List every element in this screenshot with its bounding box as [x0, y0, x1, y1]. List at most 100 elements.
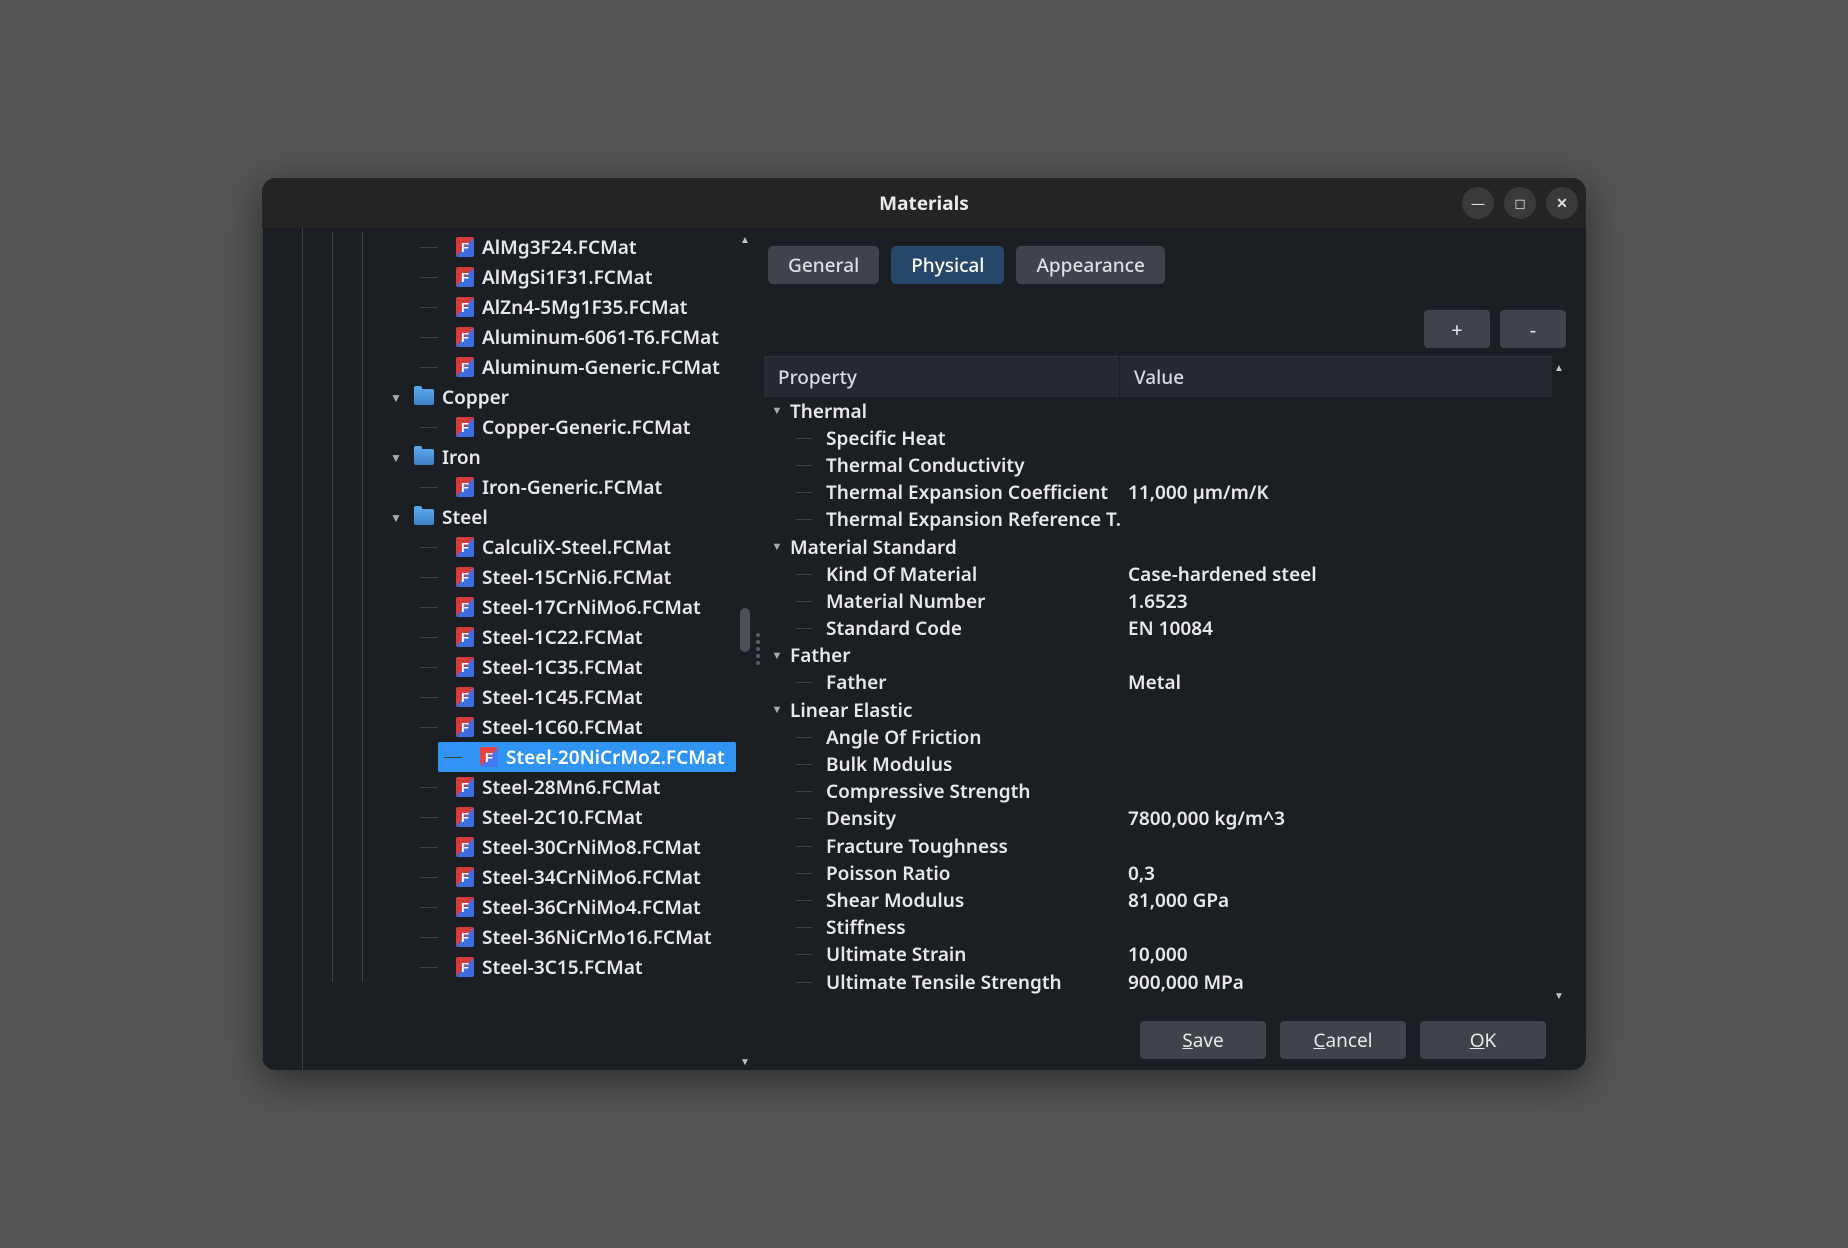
- fcmat-icon: F: [456, 837, 474, 857]
- property-row[interactable]: FatherMetal: [764, 669, 1552, 696]
- file-label: AlZn4-5Mg1F35.FCMat: [482, 294, 687, 320]
- property-value[interactable]: EN 10084: [1120, 615, 1552, 641]
- scroll-down-icon[interactable]: ▼: [1552, 988, 1566, 1000]
- property-row[interactable]: Stiffness: [764, 914, 1552, 941]
- property-row[interactable]: Bulk Modulus: [764, 750, 1552, 777]
- fcmat-icon: F: [456, 867, 474, 887]
- scroll-up-icon[interactable]: ▲: [1552, 360, 1566, 372]
- materials-dialog: Materials — ◻ ✕ FAlMg3F24.FCMatFAlMgSi1F…: [262, 178, 1586, 1070]
- property-name: Specific Heat: [826, 425, 946, 451]
- property-row[interactable]: Shear Modulus81,000 GPa: [764, 886, 1552, 913]
- scrollbar-thumb[interactable]: [740, 608, 750, 652]
- property-group[interactable]: ▼Linear Elastic: [764, 696, 1552, 723]
- material-file[interactable]: FAluminum-Generic.FCMat: [298, 352, 738, 382]
- fcmat-icon: F: [456, 537, 474, 557]
- material-file[interactable]: FCalculiX-Steel.FCMat: [298, 532, 738, 562]
- property-value[interactable]: Metal: [1120, 669, 1552, 695]
- material-folder[interactable]: ▼Iron: [298, 442, 738, 472]
- remove-property-button[interactable]: -: [1500, 310, 1566, 348]
- property-row[interactable]: Ultimate Tensile Strength900,000 MPa: [764, 968, 1552, 995]
- material-file[interactable]: FSteel-1C60.FCMat: [298, 712, 738, 742]
- material-file[interactable]: FAlZn4-5Mg1F35.FCMat: [298, 292, 738, 322]
- property-row[interactable]: Thermal Expansion Reference T...: [764, 506, 1552, 533]
- material-tree[interactable]: FAlMg3F24.FCMatFAlMgSi1F31.FCMatFAlZn4-5…: [298, 228, 752, 1070]
- material-file[interactable]: FCopper-Generic.FCMat: [298, 412, 738, 442]
- property-group[interactable]: ▼Father: [764, 642, 1552, 669]
- property-row[interactable]: Specific Heat: [764, 424, 1552, 451]
- scroll-up-icon[interactable]: ▲: [738, 232, 752, 244]
- property-value[interactable]: 10,000: [1120, 941, 1552, 967]
- material-file[interactable]: FSteel-1C35.FCMat: [298, 652, 738, 682]
- material-file[interactable]: FSteel-1C45.FCMat: [298, 682, 738, 712]
- material-file[interactable]: FSteel-34CrNiMo6.FCMat: [298, 862, 738, 892]
- material-file[interactable]: FAluminum-6061-T6.FCMat: [298, 322, 738, 352]
- property-row[interactable]: Material Number1.6523: [764, 587, 1552, 614]
- material-file[interactable]: FSteel-15CrNi6.FCMat: [298, 562, 738, 592]
- material-file[interactable]: FSteel-28Mn6.FCMat: [298, 772, 738, 802]
- property-name: Fracture Toughness: [826, 833, 1008, 859]
- property-value[interactable]: 1.6523: [1120, 588, 1552, 614]
- tab-physical[interactable]: Physical: [891, 246, 1004, 284]
- material-file[interactable]: FSteel-2C10.FCMat: [298, 802, 738, 832]
- tree-scrollbar[interactable]: ▲ ▼: [738, 232, 752, 1066]
- title-bar: Materials — ◻ ✕: [262, 178, 1586, 228]
- property-value[interactable]: 81,000 GPa: [1120, 887, 1552, 913]
- file-label: Steel-36NiCrMo16.FCMat: [482, 924, 712, 950]
- scroll-down-icon[interactable]: ▼: [738, 1054, 752, 1066]
- cancel-button[interactable]: Cancel: [1280, 1021, 1406, 1059]
- pane-splitter[interactable]: [752, 228, 764, 1070]
- file-label: AlMg3F24.FCMat: [482, 234, 637, 260]
- property-row[interactable]: Thermal Expansion Coefficient11,000 µm/m…: [764, 479, 1552, 506]
- material-file[interactable]: FSteel-3C15.FCMat: [298, 952, 738, 982]
- property-row[interactable]: Angle Of Friction: [764, 723, 1552, 750]
- material-folder[interactable]: ▼Steel: [298, 502, 738, 532]
- material-file[interactable]: FSteel-1C22.FCMat: [298, 622, 738, 652]
- ok-button[interactable]: OK: [1420, 1021, 1546, 1059]
- fcmat-icon: F: [456, 267, 474, 287]
- property-row[interactable]: Fracture Toughness: [764, 832, 1552, 859]
- column-property[interactable]: Property: [764, 357, 1120, 397]
- tab-general[interactable]: General: [768, 246, 879, 284]
- material-file[interactable]: F Steel-30CrNiMo8.FCMat: [298, 832, 738, 862]
- material-file[interactable]: FSteel-20NiCrMo2.FCMat: [438, 742, 736, 772]
- folder-label: Steel: [442, 504, 488, 530]
- material-file[interactable]: FSteel-17CrNiMo6.FCMat: [298, 592, 738, 622]
- material-file[interactable]: FSteel-36CrNiMo4.FCMat: [298, 892, 738, 922]
- property-row[interactable]: Poisson Ratio 0,3: [764, 859, 1552, 886]
- folder-icon: [414, 509, 434, 525]
- material-file[interactable]: F Steel-36NiCrMo16.FCMat: [298, 922, 738, 952]
- file-label: Steel-36CrNiMo4.FCMat: [482, 894, 701, 920]
- file-label: Steel-28Mn6.FCMat: [482, 774, 660, 800]
- property-row[interactable]: Standard Code EN 10084: [764, 615, 1552, 642]
- property-value[interactable]: 11,000 µm/m/K: [1120, 479, 1552, 505]
- chevron-down-icon: ▼: [388, 389, 404, 405]
- add-property-button[interactable]: +: [1424, 310, 1490, 348]
- property-group[interactable]: ▼Thermal: [764, 397, 1552, 424]
- material-folder[interactable]: ▼Copper: [298, 382, 738, 412]
- property-value[interactable]: 0,3: [1120, 860, 1552, 886]
- property-row[interactable]: Density7800,000 kg/m^3: [764, 805, 1552, 832]
- property-name: Bulk Modulus: [826, 751, 952, 777]
- file-label: Aluminum-6061-T6.FCMat: [482, 324, 719, 350]
- column-value[interactable]: Value: [1120, 357, 1552, 397]
- group-label: Father: [790, 642, 851, 668]
- property-name: Standard Code: [826, 615, 962, 641]
- fcmat-icon: F: [456, 927, 474, 947]
- property-row[interactable]: Kind Of MaterialCase-hardened steel: [764, 560, 1552, 587]
- property-row[interactable]: Thermal Conductivity: [764, 451, 1552, 478]
- file-label: Steel-30CrNiMo8.FCMat: [482, 834, 701, 860]
- property-value[interactable]: 7800,000 kg/m^3: [1120, 805, 1552, 831]
- property-row[interactable]: Ultimate Strain10,000: [764, 941, 1552, 968]
- save-button[interactable]: Save: [1140, 1021, 1266, 1059]
- material-file[interactable]: FAlMgSi1F31.FCMat: [298, 262, 738, 292]
- property-scrollbar[interactable]: ▲ ▼: [1552, 356, 1566, 1010]
- property-row[interactable]: Compressive Strength: [764, 778, 1552, 805]
- tab-appearance[interactable]: Appearance: [1016, 246, 1164, 284]
- material-file[interactable]: FIron-Generic.FCMat: [298, 472, 738, 502]
- material-file[interactable]: FAlMg3F24.FCMat: [298, 232, 738, 262]
- property-table[interactable]: Property Value ▼ThermalSpecific HeatTher…: [764, 356, 1552, 1010]
- property-value[interactable]: 900,000 MPa: [1120, 969, 1552, 995]
- property-value[interactable]: Case-hardened steel: [1120, 561, 1552, 587]
- property-group[interactable]: ▼Material Standard: [764, 533, 1552, 560]
- file-label: Steel-1C60.FCMat: [482, 714, 643, 740]
